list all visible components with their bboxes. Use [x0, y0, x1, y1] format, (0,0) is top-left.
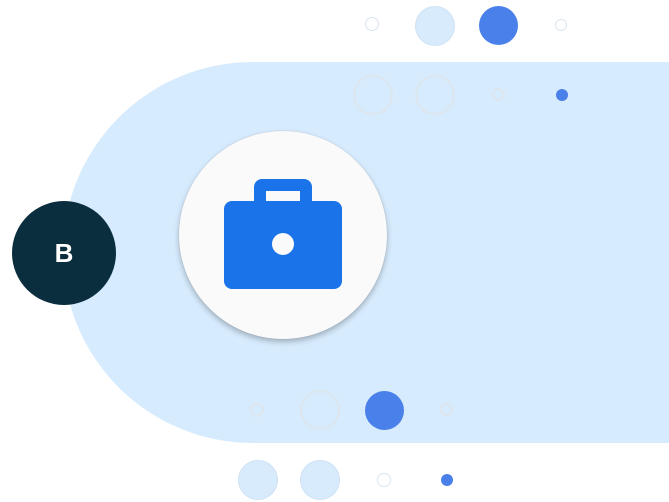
decorative-dot	[415, 75, 455, 115]
decorative-dot	[440, 403, 453, 416]
decorative-dot	[441, 474, 453, 486]
decorative-dot	[556, 89, 568, 101]
decorative-dot	[250, 403, 264, 417]
decorative-dot	[555, 19, 567, 31]
decorative-dot	[479, 6, 518, 45]
decorative-dot	[365, 17, 379, 31]
decorative-dot	[365, 391, 404, 430]
step-badge: B	[12, 201, 116, 305]
decorative-dot	[492, 88, 505, 101]
decorative-dot	[300, 390, 340, 430]
decorative-dot	[415, 6, 455, 46]
decorative-dot	[238, 460, 278, 500]
step-badge-letter: B	[54, 237, 74, 268]
decorative-dot	[353, 75, 393, 115]
work-briefcase-icon	[224, 179, 342, 291]
decorative-dot	[300, 460, 340, 500]
decorative-dot	[377, 473, 391, 487]
icon-circle	[179, 131, 387, 339]
